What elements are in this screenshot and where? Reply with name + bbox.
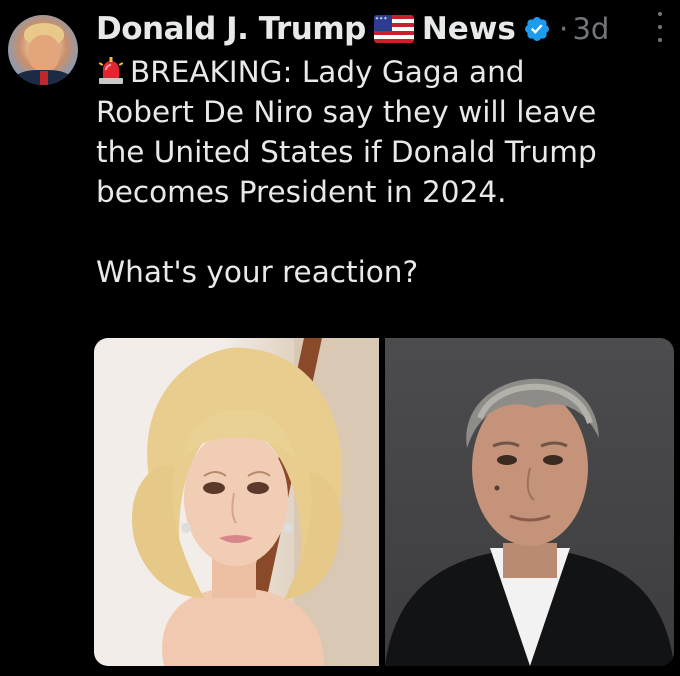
more-options-icon[interactable] xyxy=(652,12,668,42)
portrait-illustration-woman xyxy=(132,338,379,666)
post-header: Donald J. Trump News · 3d xyxy=(96,6,670,52)
author-name-suffix[interactable]: News xyxy=(422,11,516,47)
breaking-headline: BREAKING: Lady Gaga and xyxy=(130,55,525,89)
us-flag-icon xyxy=(373,15,414,43)
media-photo-lady-gaga[interactable] xyxy=(94,338,379,666)
portrait-illustration-man xyxy=(385,378,674,666)
police-light-icon xyxy=(98,57,124,84)
post-body: Robert De Niro say they will leave the U… xyxy=(96,95,597,289)
avatar-tie xyxy=(40,71,48,85)
avatar[interactable] xyxy=(8,15,78,85)
post-text: BREAKING: Lady Gaga and Robert De Niro s… xyxy=(96,52,670,292)
post-time[interactable]: 3d xyxy=(572,12,609,46)
separator-dot: · xyxy=(558,11,569,47)
avatar-face xyxy=(28,35,60,73)
verified-badge-icon xyxy=(524,17,549,41)
media-grid xyxy=(94,338,674,666)
media-photo-robert-de-niro[interactable] xyxy=(385,338,674,666)
author-name[interactable]: Donald J. Trump xyxy=(96,11,366,47)
